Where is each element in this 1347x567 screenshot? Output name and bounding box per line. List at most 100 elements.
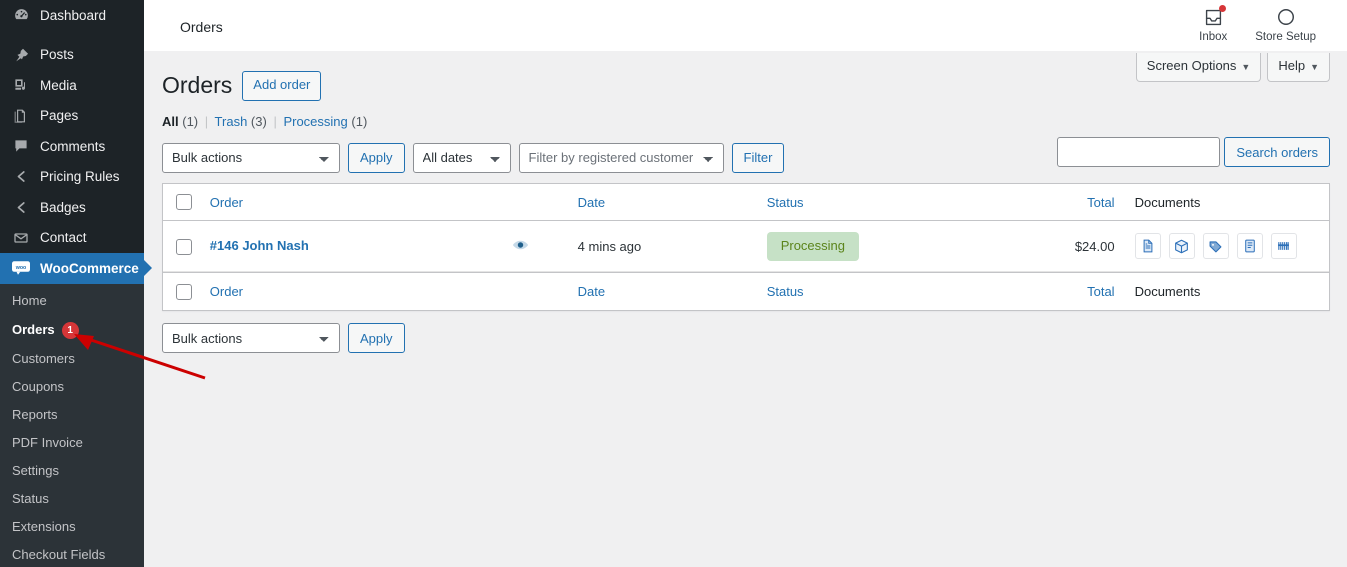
sidebar-item-badges[interactable]: Badges <box>0 192 144 223</box>
table-row: #146 John Nash 4 mins ago Processing $24… <box>163 221 1329 273</box>
table-header-row: Order Date Status Total Documents <box>163 184 1329 222</box>
package-box-icon[interactable] <box>1168 233 1195 260</box>
sidebar-subitem-coupons[interactable]: Coupons <box>0 373 144 401</box>
progress-circle-icon <box>1276 6 1296 28</box>
sidebar-item-pages[interactable]: Pages <box>0 101 144 132</box>
filter-link-all[interactable]: All <box>162 114 179 129</box>
svg-text:woo: woo <box>15 265 27 271</box>
column-label: Total <box>1087 194 1115 210</box>
sidebar-item-posts[interactable]: Posts <box>0 40 144 71</box>
invoice-document-icon[interactable] <box>1134 233 1161 260</box>
sidebar-item-comments[interactable]: Comments <box>0 131 144 162</box>
divider: | <box>273 113 277 129</box>
cell-order: #146 John Nash <box>199 221 568 273</box>
column-footer-total[interactable]: Total <box>1001 272 1125 310</box>
sidebar-subitem-label: Extensions <box>12 518 76 534</box>
cell-date: 4 mins ago <box>567 221 757 273</box>
apply-button-bottom[interactable]: Apply <box>348 323 405 354</box>
shipping-label-icon[interactable] <box>1202 233 1229 260</box>
column-label: Order <box>209 194 244 210</box>
divider: | <box>204 113 209 129</box>
pages-icon <box>10 106 32 126</box>
search-orders-box: Search orders <box>1057 137 1330 167</box>
row-checkbox[interactable] <box>176 238 192 255</box>
store-setup-label: Store Setup <box>1255 31 1316 43</box>
sidebar-item-label: Contact <box>40 230 87 245</box>
sidebar-item-dashboard[interactable]: Dashboard <box>0 0 144 31</box>
sidebar-item-woocommerce[interactable]: woo WooCommerce <box>0 253 152 284</box>
select-all-checkbox[interactable] <box>176 194 192 211</box>
filter-count-processing: (1) <box>351 113 368 129</box>
sidebar-subitem-label: Reports <box>12 406 58 422</box>
bulk-actions-select-bottom[interactable]: Bulk actions <box>162 323 340 354</box>
column-footer-order[interactable]: Order <box>199 272 568 310</box>
select-all-checkbox-footer[interactable] <box>176 284 192 301</box>
inbox-label: Inbox <box>1199 31 1228 43</box>
chevron-left-icon <box>10 167 32 187</box>
orders-table-foot: Order Date Status Total Documents <box>163 272 1329 310</box>
column-footer-date[interactable]: Date <box>567 272 757 310</box>
column-header-status[interactable]: Status <box>756 184 1002 222</box>
envelope-icon <box>10 228 32 248</box>
filter-link-trash[interactable]: Trash <box>215 114 248 129</box>
chevron-down-icon: ▼ <box>1241 62 1251 72</box>
column-header-date[interactable]: Date <box>567 184 757 222</box>
sidebar-subitem-pdf-invoice[interactable]: PDF Invoice <box>0 429 144 457</box>
admin-bar: Orders Inbox Store Setup <box>144 0 1347 51</box>
sidebar-subitem-home[interactable]: Home <box>0 288 144 316</box>
orders-table-body: #146 John Nash 4 mins ago Processing $24… <box>163 221 1329 273</box>
sidebar-item-media[interactable]: Media <box>0 70 144 101</box>
orders-table: Order Date Status Total Documents #146 J… <box>162 182 1330 312</box>
sidebar-item-label: Pages <box>40 108 79 123</box>
sidebar-item-contact[interactable]: Contact <box>0 223 144 254</box>
customer-filter-select[interactable]: Filter by registered customer <box>518 142 724 173</box>
sidebar-item-pricing-rules[interactable]: Pricing Rules <box>0 162 144 193</box>
sidebar-subitem-checkout-fields[interactable]: Checkout Fields <box>0 541 144 567</box>
sidebar-subitem-customers[interactable]: Customers <box>0 345 144 373</box>
sidebar-item-label: Dashboard <box>40 7 107 23</box>
order-link[interactable]: #146 John Nash <box>210 238 309 253</box>
row-select-cell <box>163 221 200 273</box>
column-header-total[interactable]: Total <box>1001 184 1125 222</box>
date-filter-select[interactable]: All dates <box>412 142 511 173</box>
store-setup-button[interactable]: Store Setup <box>1241 0 1330 43</box>
page-title: Orders <box>162 72 233 98</box>
search-input[interactable] <box>1057 137 1221 167</box>
table-footer-row: Order Date Status Total Documents <box>163 272 1329 310</box>
sidebar-subitem-status[interactable]: Status <box>0 485 144 513</box>
help-button[interactable]: Help ▼ <box>1267 53 1330 82</box>
search-orders-button[interactable]: Search orders <box>1224 137 1330 167</box>
cell-status: Processing <box>756 221 1002 273</box>
filter-count-all: (1) <box>182 113 199 129</box>
cell-documents <box>1124 221 1329 273</box>
sidebar-item-label: Comments <box>40 138 106 154</box>
sidebar-subitem-label: Status <box>12 490 49 506</box>
sidebar-subitem-label: Checkout Fields <box>12 546 106 562</box>
filter-label: Trash <box>214 113 248 129</box>
filter-button[interactable]: Filter <box>731 142 785 173</box>
screen-options-button[interactable]: Screen Options ▼ <box>1135 53 1262 82</box>
sidebar-subitem-orders[interactable]: Orders 1 <box>0 315 144 345</box>
barcode-icon[interactable] <box>1270 233 1297 260</box>
wp-admin-screen: Dashboard Posts Media Pages Comments Pri… <box>0 0 1347 567</box>
screen-options-label: Screen Options <box>1146 58 1237 73</box>
sidebar-subitem-reports[interactable]: Reports <box>0 401 144 429</box>
filter-link-processing[interactable]: Processing <box>283 114 347 129</box>
eye-preview-icon[interactable] <box>512 239 529 254</box>
column-header-order[interactable]: Order <box>199 184 568 222</box>
filter-count-trash: (3) <box>250 113 267 129</box>
bulk-actions-select-top[interactable]: Bulk actions <box>162 142 340 173</box>
column-footer-status[interactable]: Status <box>756 272 1002 310</box>
inbox-button[interactable]: Inbox <box>1185 0 1241 43</box>
order-total: $24.00 <box>1074 238 1115 254</box>
dashboard-icon <box>10 5 32 25</box>
filter-label: All <box>162 113 179 129</box>
orders-table-head: Order Date Status Total Documents <box>163 184 1329 222</box>
receipt-icon[interactable] <box>1236 233 1263 260</box>
column-label: Documents <box>1134 194 1201 210</box>
sidebar-subitem-extensions[interactable]: Extensions <box>0 513 144 541</box>
apply-button-top[interactable]: Apply <box>348 142 405 173</box>
select-all-footer-header <box>163 272 200 310</box>
sidebar-subitem-settings[interactable]: Settings <box>0 457 144 485</box>
add-order-button[interactable]: Add order <box>242 71 322 101</box>
